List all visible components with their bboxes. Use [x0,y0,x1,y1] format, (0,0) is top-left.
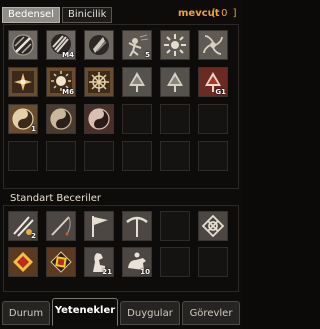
skill-slot[interactable]: 2 [8,211,38,241]
skill-slot[interactable] [84,67,114,97]
tree-icon [123,68,151,96]
skill-slot[interactable] [46,247,76,277]
tab-yetenekler[interactable]: Yetenekler [52,298,118,326]
skill-level-badge: M4 [62,51,74,59]
skill-slot[interactable]: M6 [46,67,76,97]
skill-slot[interactable] [8,30,38,60]
skill-slot[interactable] [84,30,114,60]
skill-level-badge: 1 [31,125,36,133]
empty-skill-slot [84,141,114,171]
triple-slash-icon [9,31,37,59]
bash-icon [9,68,37,96]
berserk-icon [161,31,189,59]
skill-slot[interactable] [198,30,228,60]
skill-slot[interactable] [84,104,114,134]
skills-window: Bedensel Binicilik mevcut [ 0 ] M4 5 M6 … [0,0,242,329]
empty-skill-slot [198,104,228,134]
skill-level-badge: 21 [102,268,112,276]
aura-icon [85,31,113,59]
tab-duygular[interactable]: Duygular [120,301,180,325]
tab-durum[interactable]: Durum [2,301,50,325]
empty-skill-slot [160,211,190,241]
empty-skill-slot [122,141,152,171]
bottom-tab-bar: Durum Yetenekler Duygular Görevler [0,297,242,329]
empty-skill-slot [122,104,152,134]
fishing-rod-icon [47,212,75,240]
knot-icon [199,212,227,240]
skill-slot[interactable]: 5 [122,30,152,60]
empty-skill-slot [198,247,228,277]
tab-bedensel[interactable]: Bedensel [2,7,60,23]
book-icon [47,248,75,276]
empty-skill-slot [46,141,76,171]
divider [3,188,237,189]
skill-level-badge: M6 [62,88,74,96]
red-gem-icon [9,248,37,276]
skill-slot[interactable] [160,30,190,60]
skill-slot[interactable] [8,67,38,97]
tree-icon [161,68,189,96]
skill-slot[interactable] [198,211,228,241]
empty-skill-slot [160,104,190,134]
skill-slot[interactable] [122,211,152,241]
empty-skill-slot [160,247,190,277]
skill-level-badge: 5 [145,51,150,59]
crossburst-icon [85,68,113,96]
skill-slot[interactable]: 10 [122,247,152,277]
pickaxe-icon [123,212,151,240]
skill-slot[interactable]: 1 [8,104,38,134]
tab-binicilik[interactable]: Binicilik [62,7,113,23]
skill-level-badge: 2 [31,232,36,240]
skill-level-badge: G1 [215,88,226,96]
standard-skills-title: Standart Beceriler [10,193,102,204]
skill-slot[interactable] [46,211,76,241]
skill-slot[interactable] [46,104,76,134]
skill-slot[interactable]: M4 [46,30,76,60]
yin-yang-icon [47,105,75,133]
empty-skill-slot [198,141,228,171]
skill-group-tabs: Bedensel Binicilik [2,6,113,24]
yin-yang-icon [85,105,113,133]
skill-slot[interactable] [84,211,114,241]
skill-slot[interactable] [160,67,190,97]
fear-icon [199,31,227,59]
flag-icon [85,212,113,240]
skill-slot[interactable]: G1 [198,67,228,97]
available-points-value: [ 0 ] [212,8,238,19]
skill-slot[interactable]: 21 [84,247,114,277]
empty-skill-slot [160,141,190,171]
skill-level-badge: 10 [140,268,150,276]
tab-gorevler[interactable]: Görevler [182,301,240,325]
skill-slot[interactable] [8,247,38,277]
skill-slot[interactable] [122,67,152,97]
empty-skill-slot [8,141,38,171]
